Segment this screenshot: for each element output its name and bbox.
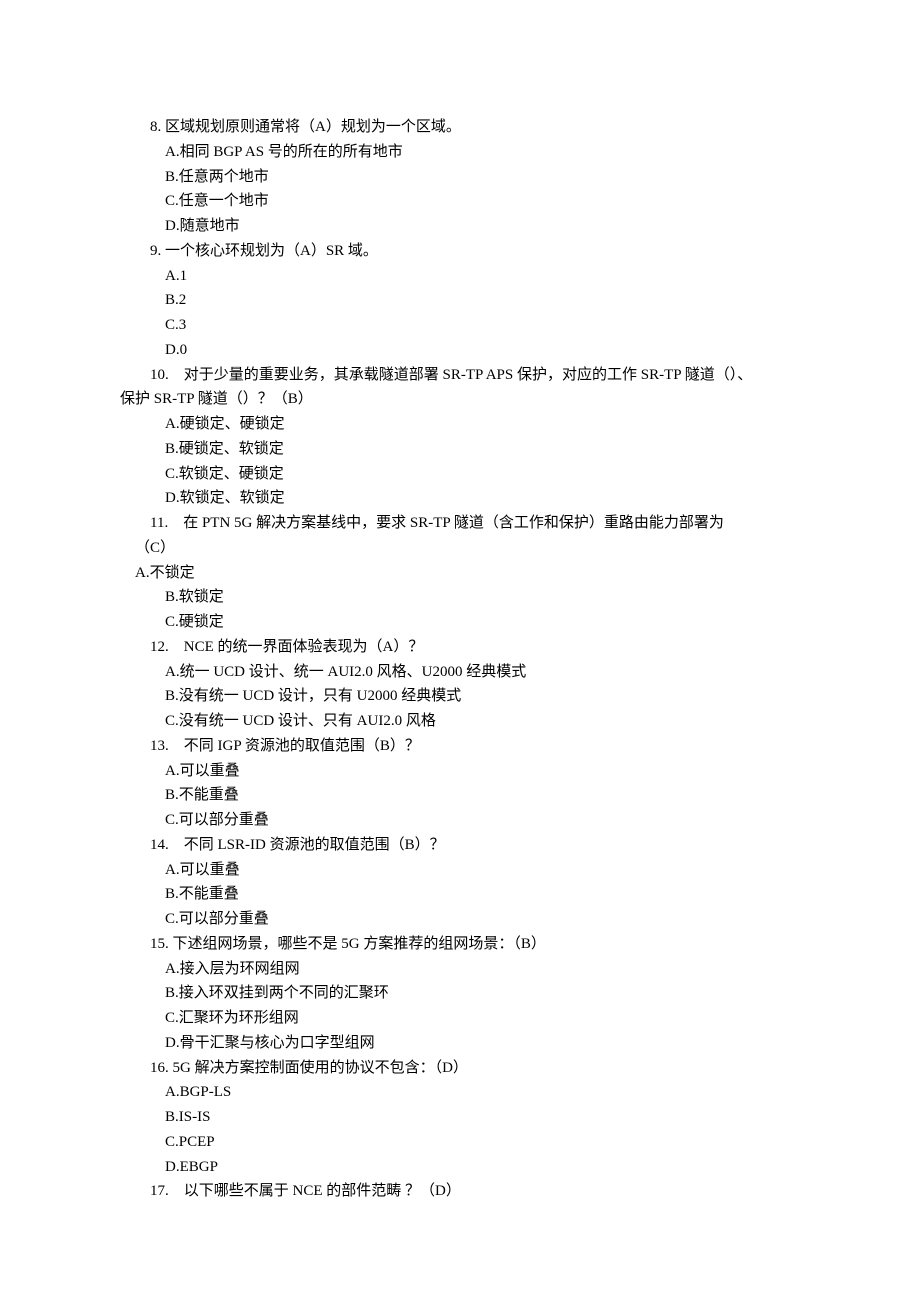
stem-text: 不同 IGP 资源池的取值范围（B）？ — [184, 738, 420, 754]
option-b: B.硬锁定、软锁定 — [120, 437, 800, 462]
question-stem: 13. 不同 IGP 资源池的取值范围（B）？ — [120, 734, 800, 759]
question-15: 15. 下述组网场景，哪些不是 5G 方案推荐的组网场景：（B） A.接入层为环… — [120, 932, 800, 1056]
option-d: D.0 — [120, 338, 800, 363]
question-17: 17. 以下哪些不属于 NCE 的部件范畴 ？（D） — [120, 1179, 800, 1204]
option-d: D.随意地市 — [120, 214, 800, 239]
option-b: B.任意两个地市 — [120, 165, 800, 190]
option-c: C.没有统一 UCD 设计、只有 AUI2.0 风格 — [120, 709, 800, 734]
option-c: C.汇聚环为环形组网 — [120, 1006, 800, 1031]
question-stem: 15. 下述组网场景，哪些不是 5G 方案推荐的组网场景：（B） — [120, 932, 800, 957]
option-b: B.2 — [120, 288, 800, 313]
question-9: 9. 一个核心环规划为（A）SR 域。 A.1 B.2 C.3 D.0 — [120, 239, 800, 363]
question-13: 13. 不同 IGP 资源池的取值范围（B）？ A.可以重叠 B.不能重叠 C.… — [120, 734, 800, 833]
question-8: 8. 区域规划原则通常将（A）规划为一个区域。 A.相同 BGP AS 号的所在… — [120, 115, 800, 239]
option-a: A.相同 BGP AS 号的所在的所有地市 — [120, 140, 800, 165]
question-stem: 14. 不同 LSR-ID 资源池的取值范围（B）？ — [120, 833, 800, 858]
stem-continuation: （C） — [120, 536, 800, 561]
question-number: 17. — [150, 1183, 169, 1199]
option-a: A.BGP-LS — [120, 1080, 800, 1105]
option-a: A.硬锁定、硬锁定 — [120, 412, 800, 437]
option-b: B.接入环双挂到两个不同的汇聚环 — [120, 981, 800, 1006]
question-number: 13. — [150, 738, 169, 754]
question-stem: 9. 一个核心环规划为（A）SR 域。 — [120, 239, 800, 264]
option-d: D.EBGP — [120, 1155, 800, 1180]
option-b: B.不能重叠 — [120, 783, 800, 808]
question-number: 16. — [150, 1060, 169, 1076]
option-a: A.接入层为环网组网 — [120, 957, 800, 982]
question-number: 11. — [150, 515, 168, 531]
stem-text: 在 PTN 5G 解决方案基线中，要求 SR-TP 隧道（含工作和保护）重路由能… — [183, 515, 724, 531]
question-stem: 10. 对于少量的重要业务，其承载隧道部署 SR-TP APS 保护，对应的工作… — [120, 363, 800, 388]
stem-continuation: 保护 SR-TP 隧道（）？（B） — [120, 387, 800, 412]
option-c: C.硬锁定 — [120, 610, 800, 635]
option-b: B.不能重叠 — [120, 882, 800, 907]
question-14: 14. 不同 LSR-ID 资源池的取值范围（B）？ A.可以重叠 B.不能重叠… — [120, 833, 800, 932]
question-number: 9. — [150, 243, 161, 259]
option-d: D.软锁定、软锁定 — [120, 486, 800, 511]
question-number: 12. — [150, 639, 169, 655]
stem-text: 不同 LSR-ID 资源池的取值范围（B）？ — [184, 837, 445, 853]
question-stem: 17. 以下哪些不属于 NCE 的部件范畴 ？（D） — [120, 1179, 800, 1204]
stem-text: 一个核心环规划为（A）SR 域。 — [165, 243, 378, 259]
question-12: 12. NCE 的统一界面体验表现为（A）？ A.统一 UCD 设计、统一 AU… — [120, 635, 800, 734]
stem-text: 下述组网场景，哪些不是 5G 方案推荐的组网场景：（B） — [173, 936, 546, 952]
question-stem: 11. 在 PTN 5G 解决方案基线中，要求 SR-TP 隧道（含工作和保护）… — [120, 511, 800, 536]
option-c: C.PCEP — [120, 1130, 800, 1155]
question-stem: 16. 5G 解决方案控制面使用的协议不包含：（D） — [120, 1056, 800, 1081]
question-11: 11. 在 PTN 5G 解决方案基线中，要求 SR-TP 隧道（含工作和保护）… — [120, 511, 800, 635]
question-16: 16. 5G 解决方案控制面使用的协议不包含：（D） A.BGP-LS B.IS… — [120, 1056, 800, 1180]
stem-text: 对于少量的重要业务，其承载隧道部署 SR-TP APS 保护，对应的工作 SR-… — [184, 367, 753, 383]
option-a: A.可以重叠 — [120, 759, 800, 784]
option-c: C.软锁定、硬锁定 — [120, 462, 800, 487]
question-10: 10. 对于少量的重要业务，其承载隧道部署 SR-TP APS 保护，对应的工作… — [120, 363, 800, 512]
option-c: C.任意一个地市 — [120, 189, 800, 214]
option-b: B.IS-IS — [120, 1105, 800, 1130]
option-b: B.没有统一 UCD 设计，只有 U2000 经典模式 — [120, 684, 800, 709]
question-number: 8. — [150, 119, 161, 135]
option-b: B.软锁定 — [120, 585, 800, 610]
stem-text: 以下哪些不属于 NCE 的部件范畴 ？（D） — [184, 1183, 461, 1199]
option-d: D.骨干汇聚与核心为口字型组网 — [120, 1031, 800, 1056]
option-a: A.统一 UCD 设计、统一 AUI2.0 风格、U2000 经典模式 — [120, 660, 800, 685]
question-number: 14. — [150, 837, 169, 853]
option-a: A.1 — [120, 264, 800, 289]
option-a: A.可以重叠 — [120, 858, 800, 883]
stem-text: 区域规划原则通常将（A）规划为一个区域。 — [165, 119, 461, 135]
question-number: 15. — [150, 936, 169, 952]
option-a: A.不锁定 — [120, 561, 800, 586]
question-stem: 12. NCE 的统一界面体验表现为（A）？ — [120, 635, 800, 660]
question-number: 10. — [150, 367, 169, 383]
stem-text: NCE 的统一界面体验表现为（A）？ — [184, 639, 424, 655]
question-stem: 8. 区域规划原则通常将（A）规划为一个区域。 — [120, 115, 800, 140]
document-page: 8. 区域规划原则通常将（A）规划为一个区域。 A.相同 BGP AS 号的所在… — [0, 0, 920, 1304]
option-c: C.可以部分重叠 — [120, 907, 800, 932]
option-c: C.可以部分重叠 — [120, 808, 800, 833]
stem-text: 5G 解决方案控制面使用的协议不包含：（D） — [173, 1060, 468, 1076]
option-c: C.3 — [120, 313, 800, 338]
